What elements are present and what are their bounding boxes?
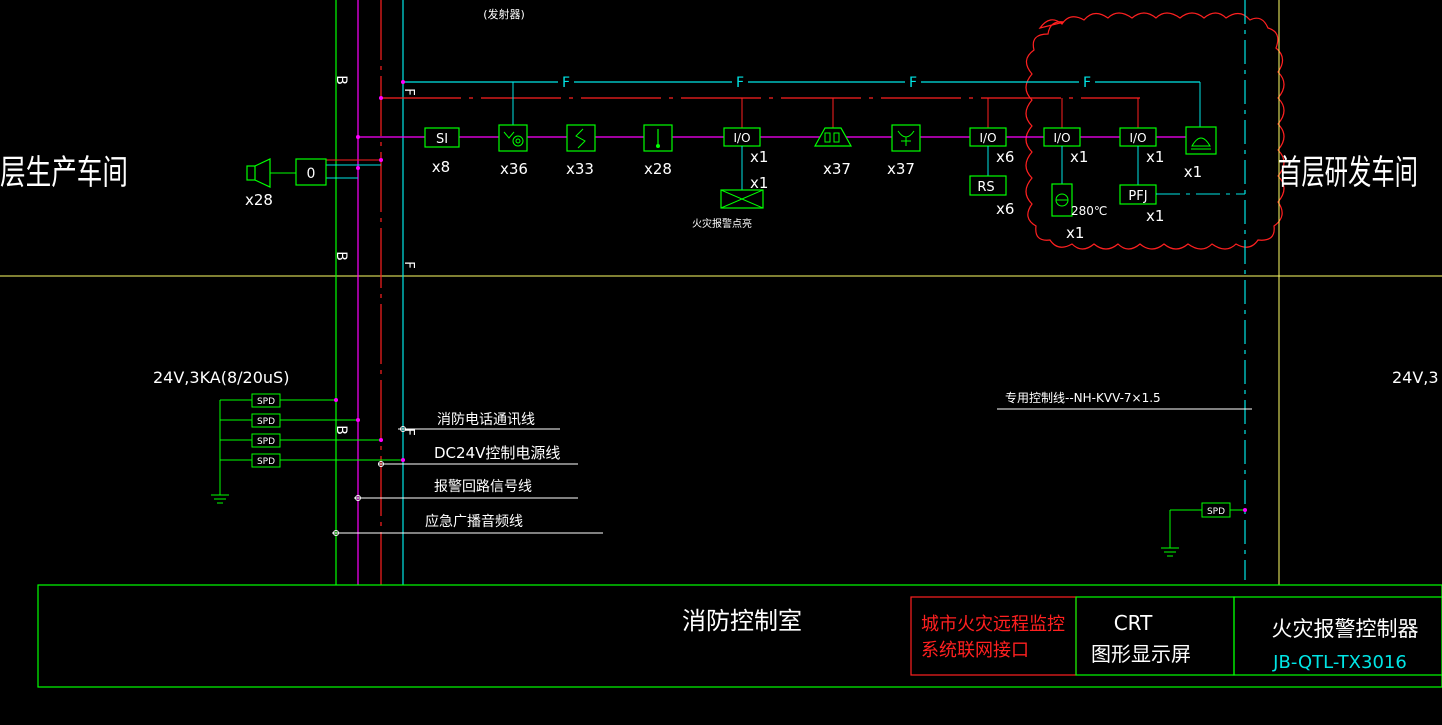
spd-label-right: SPD [1207,507,1225,517]
smoke-detector-count: x8 [432,158,450,176]
io-module-2-label: I/O [979,131,996,145]
broadcast-line-label-upper: B [333,75,349,85]
io-module-1-count: x1 [750,148,768,166]
dedicated-line-label: 专用控制线--NH-KVV-7×1.5 [1005,390,1161,405]
speaker-symbol[interactable] [246,158,271,188]
fire-valve-temperature: 280℃ [1071,204,1107,218]
network-interface-line2: 系统联网接口 [921,640,1029,661]
legend-phone-line: 消防电话通讯线 [437,412,535,428]
spd-rating-right: 24V,3 [1392,368,1439,387]
network-interface-box[interactable] [910,596,1077,676]
rolling-shutter-symbol[interactable]: RS [969,175,1007,196]
io-module-2-count: x6 [996,148,1014,166]
legend-alarm-line: 报警回路信号线 [434,479,532,495]
spd-box-3[interactable]: SPD [251,433,281,448]
left-zone-title: 层生产车间 [0,153,128,193]
controller-name: 火灾报警控制器 [1272,617,1419,641]
fire-phone-label-2: F [736,75,744,91]
fire-telephone-symbol[interactable] [1185,126,1217,155]
smoke-exhaust-fan-symbol[interactable]: PFJ [1119,184,1157,205]
spd-label-4: SPD [257,457,275,467]
legend-power-line: DC24V控制电源线 [434,444,560,462]
fire-damper-symbol[interactable] [720,189,764,209]
io-module-2-symbol[interactable]: I/O [969,127,1007,147]
io-module-4-label: I/O [1129,131,1146,145]
fire-valve-count: x1 [1066,224,1084,242]
cad-drawing-canvas[interactable]: B B B F F F (发射器) F F F F SI x8 x36 x33 … [0,0,1442,725]
spd-label-3: SPD [257,437,275,447]
io-module-3-label: I/O [1053,131,1070,145]
smoke-detector-symbol[interactable]: SI [424,127,460,148]
damper-count: x1 [750,174,768,192]
broadcast-module-symbol[interactable]: 0 [295,158,327,186]
broadcast-module-label: 0 [307,166,316,182]
spd-group-left [211,398,405,504]
io-module-1-label: I/O [733,131,750,145]
phone-line-label-middle: F [401,261,416,268]
control-room-box[interactable] [37,584,1442,688]
crt-line1: CRT [1114,611,1153,635]
smoke-exhaust-fan-count: x1 [1146,207,1164,225]
spd-box-1[interactable]: SPD [251,393,281,408]
control-room-title: 消防控制室 [682,607,802,635]
fire-phone-label-3: F [909,75,917,91]
spd-box-2[interactable]: SPD [251,413,281,428]
sound-light-alarm-count: x37 [823,160,851,178]
heat-smoke-detector-symbol[interactable] [498,124,528,152]
io-module-4-count: x1 [1146,148,1164,166]
hydrant-button-count: x28 [644,160,672,178]
heat-smoke-detector-count: x36 [500,160,528,178]
crt-line2: 图形显示屏 [1091,642,1191,666]
spd-label-2: SPD [257,417,275,427]
fire-valve-symbol[interactable] [1051,183,1073,217]
spd-box-4[interactable]: SPD [251,453,281,468]
linear-detector-symbol[interactable] [566,124,596,152]
manual-call-point-count: x37 [887,160,915,178]
speaker-count: x28 [245,191,273,209]
controller-model: JB-QTL-TX3016 [1272,652,1407,673]
broadcast-line-label-lower: B [333,425,349,435]
broadcast-line-label-middle: B [333,251,349,261]
fire-phone-label-1: F [562,75,570,91]
top-partial-label: (发射器) [483,7,525,21]
hydrant-button-symbol[interactable] [643,124,673,152]
io-module-3-symbol[interactable]: I/O [1043,127,1081,147]
damper-caption: 火灾报警点亮 [692,217,752,230]
io-module-1-symbol[interactable]: I/O [723,127,761,147]
rolling-shutter-label: RS [977,180,994,195]
linear-detector-count: x33 [566,160,594,178]
phone-line-label-upper: F [401,88,416,95]
network-interface-line1: 城市火灾远程监控 [921,614,1065,635]
smoke-detector-label: SI [436,132,448,147]
fire-phone-label-4: F [1083,75,1091,91]
spd-label-1: SPD [257,397,275,407]
right-zone-title: 首层研发车间 [1278,153,1418,193]
rolling-shutter-count: x6 [996,200,1014,218]
sound-light-alarm-symbol[interactable] [813,127,853,147]
fire-telephone-count: x1 [1184,163,1202,181]
spd-box-right[interactable]: SPD [1201,502,1231,518]
smoke-exhaust-fan-label: PFJ [1128,189,1147,204]
io-module-4-symbol[interactable]: I/O [1119,127,1157,147]
manual-call-point-symbol[interactable] [891,124,921,152]
io-module-3-count: x1 [1070,148,1088,166]
spd-rating-left: 24V,3KA(8/20uS) [153,368,289,387]
legend-broadcast-line: 应急广播音频线 [425,513,523,530]
